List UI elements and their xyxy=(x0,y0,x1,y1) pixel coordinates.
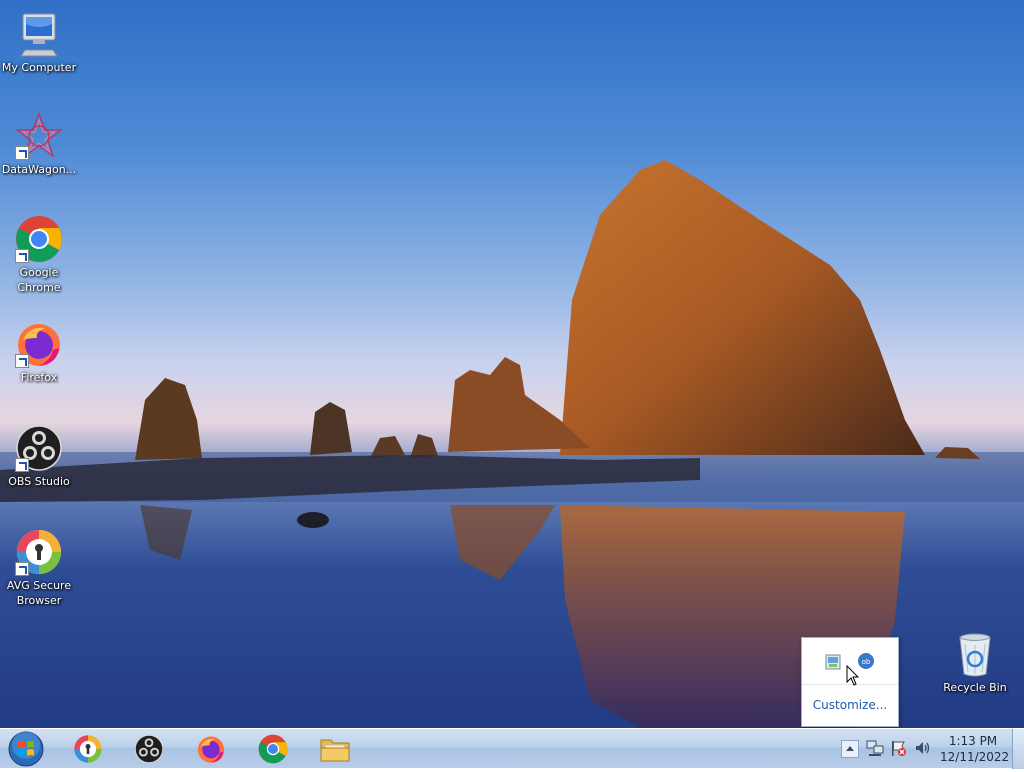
svg-text:ob: ob xyxy=(862,658,871,666)
windows-orb-icon xyxy=(8,731,44,767)
desktop-icon-google-chrome[interactable]: Google Chrome xyxy=(0,215,78,295)
shortcut-arrow-icon xyxy=(15,458,29,472)
desktop-wallpaper xyxy=(0,0,1024,728)
taskbar-clock[interactable]: 1:13 PM 12/11/2022 xyxy=(940,733,1010,765)
desktop-icon-firefox[interactable]: Firefox xyxy=(0,320,78,385)
taskbar: 1:13 PM 12/11/2022 xyxy=(0,728,1024,769)
desktop-icon-label: OBS Studio xyxy=(8,475,70,488)
volume-icon xyxy=(916,742,930,754)
shortcut-arrow-icon xyxy=(15,562,29,576)
show-hidden-icons-icon xyxy=(846,746,854,751)
taskbar-obs-button[interactable] xyxy=(125,731,173,767)
computer-icon xyxy=(20,13,58,57)
desktop-icon-label: Firefox xyxy=(20,371,58,384)
obs-icon xyxy=(134,734,164,764)
taskbar-explorer-button[interactable] xyxy=(311,731,359,767)
desktop-icon-label: My Computer xyxy=(1,61,77,74)
taskbar-firefox-button[interactable] xyxy=(187,731,235,767)
shortcut-arrow-icon xyxy=(15,354,29,368)
action-center-flag-icon xyxy=(892,741,906,756)
network-tray-button[interactable] xyxy=(866,739,884,757)
customize-link[interactable]: Customize... xyxy=(802,698,898,712)
clock-date: 12/11/2022 xyxy=(940,750,1010,764)
taskbar-avg-browser-button[interactable] xyxy=(64,731,112,767)
volume-tray-button[interactable] xyxy=(914,739,932,757)
desktop-icon-label: DataWagon... xyxy=(1,163,77,176)
printer-tray-icon[interactable] xyxy=(824,653,842,671)
desktop-icon-label: Google Chrome xyxy=(17,266,61,294)
desktop-icon-obs-studio[interactable]: OBS Studio xyxy=(0,424,78,489)
folder-icon xyxy=(320,739,350,762)
mouse-pointer-icon xyxy=(846,665,860,686)
network-icon xyxy=(866,740,884,756)
start-button[interactable] xyxy=(6,730,46,768)
avg-browser-icon xyxy=(74,735,102,763)
chrome-icon xyxy=(258,734,288,764)
desktop-icon-recycle-bin[interactable]: Recycle Bin xyxy=(936,630,1014,695)
show-hidden-icons-button[interactable] xyxy=(841,740,859,758)
clock-time: 1:13 PM xyxy=(948,734,998,748)
taskbar-chrome-button[interactable] xyxy=(249,731,297,767)
desktop-icon-my-computer[interactable]: My Computer xyxy=(0,10,78,75)
show-desktop-button[interactable] xyxy=(1012,729,1024,769)
desktop-icon-avg-secure-browser[interactable]: AVG Secure Browser xyxy=(0,528,78,608)
shortcut-arrow-icon xyxy=(15,146,29,160)
desktop-icon-label: Recycle Bin xyxy=(943,681,1007,694)
action-center-tray-button[interactable] xyxy=(890,739,908,757)
recycle-bin-icon xyxy=(959,633,991,677)
desktop-icon-label: AVG Secure Browser xyxy=(6,579,72,607)
shortcut-arrow-icon xyxy=(15,249,29,263)
firefox-icon xyxy=(197,736,225,763)
desktop-icon-datawagon[interactable]: DataWagon... xyxy=(0,112,78,177)
